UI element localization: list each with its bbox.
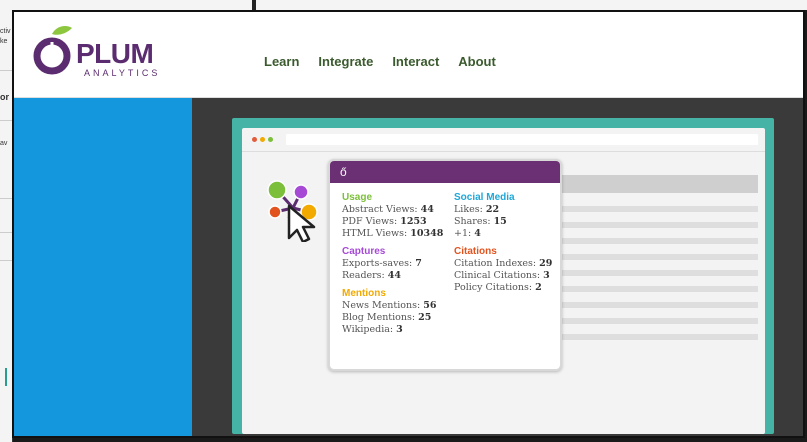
content-placeholder-line: [560, 302, 758, 308]
content-placeholder-line: [560, 270, 758, 276]
metric-row: Blog Mentions: 25: [342, 312, 432, 323]
content-placeholder-line: [560, 318, 758, 324]
window-dot-red: [252, 137, 257, 142]
window-control-dots: [252, 137, 273, 142]
illustrated-toolbar-divider: [242, 151, 765, 152]
background-text-fragment: av: [0, 140, 8, 147]
plum-analytics-logo[interactable]: PLUM ANALYTICS: [28, 24, 178, 84]
metric-row: Wikipedia: 3: [342, 324, 403, 335]
content-placeholder-line: [560, 286, 758, 292]
background-accent-bar: [5, 368, 7, 386]
metric-row: Readers: 44: [342, 270, 402, 281]
content-placeholder-block: [560, 175, 758, 193]
blue-sidebar-panel: [14, 98, 192, 436]
nav-integrate[interactable]: Integrate: [318, 54, 373, 69]
background-divider: [0, 232, 12, 233]
content-placeholder-line: [560, 222, 758, 228]
plum-analytics-site: PLUM ANALYTICS Learn Integrate Interact …: [12, 10, 805, 438]
background-mark: [252, 0, 256, 10]
plumx-metrics-popup: ő Usage Abstract Views: 44 PDF Views: 12…: [328, 159, 562, 371]
main-nav: Learn Integrate Interact About: [264, 54, 496, 69]
metrics-column-right: Social Media Likes: 22 Shares: 15 +1: 4 …: [454, 186, 558, 294]
category-citations: Citations: [454, 246, 497, 257]
window-dot-green: [268, 137, 273, 142]
category-captures: Captures: [342, 246, 386, 257]
category-social-media: Social Media: [454, 192, 515, 203]
metric-row: +1: 4: [454, 228, 481, 239]
content-placeholder-line: [560, 206, 758, 212]
nav-learn[interactable]: Learn: [264, 54, 299, 69]
content-placeholder-line: [560, 254, 758, 260]
metric-row: Clinical Citations: 3: [454, 270, 550, 281]
background-text-fragment: or: [0, 92, 9, 102]
background-window-top: [12, 0, 807, 10]
window-dot-yellow: [260, 137, 265, 142]
metric-row: Abstract Views: 44: [342, 204, 434, 215]
nav-about[interactable]: About: [458, 54, 496, 69]
background-divider: [0, 198, 12, 199]
metric-row: Policy Citations: 2: [454, 282, 542, 293]
category-mentions: Mentions: [342, 288, 386, 299]
logo-tagline: ANALYTICS: [84, 68, 161, 78]
category-usage: Usage: [342, 192, 373, 203]
metric-row: News Mentions: 56: [342, 300, 437, 311]
background-text-fragment: ke: [0, 38, 8, 45]
plum-logo-icon: [33, 26, 72, 75]
background-divider: [0, 260, 12, 261]
illustrated-address-bar: [286, 134, 758, 145]
content-placeholder-line: [560, 334, 758, 340]
metric-row: PDF Views: 1253: [342, 216, 427, 227]
metric-row: Exports-saves: 7: [342, 258, 422, 269]
metric-row: HTML Views: 10348: [342, 228, 444, 239]
content-placeholder-line: [560, 238, 758, 244]
metric-row: Shares: 15: [454, 216, 507, 227]
logo-wordmark: PLUM: [76, 38, 154, 69]
background-divider: [0, 120, 12, 121]
browser-illustration: ő Usage Abstract Views: 44 PDF Views: 12…: [232, 118, 774, 434]
background-divider: [0, 70, 12, 71]
metrics-column-left: Usage Abstract Views: 44 PDF Views: 1253…: [342, 186, 452, 336]
popup-header: ő: [330, 161, 560, 183]
background-text-fragment: ctiv: [0, 28, 11, 35]
site-header: PLUM ANALYTICS Learn Integrate Interact …: [14, 12, 803, 98]
plum-mini-icon: ő: [340, 165, 347, 179]
plumprint-cursor-graphic: [267, 180, 318, 242]
illustrated-browser-window: ő Usage Abstract Views: 44 PDF Views: 12…: [242, 128, 765, 434]
nav-interact[interactable]: Interact: [392, 54, 439, 69]
metric-row: Likes: 22: [454, 204, 500, 215]
metric-row: Citation Indexes: 29: [454, 258, 553, 269]
